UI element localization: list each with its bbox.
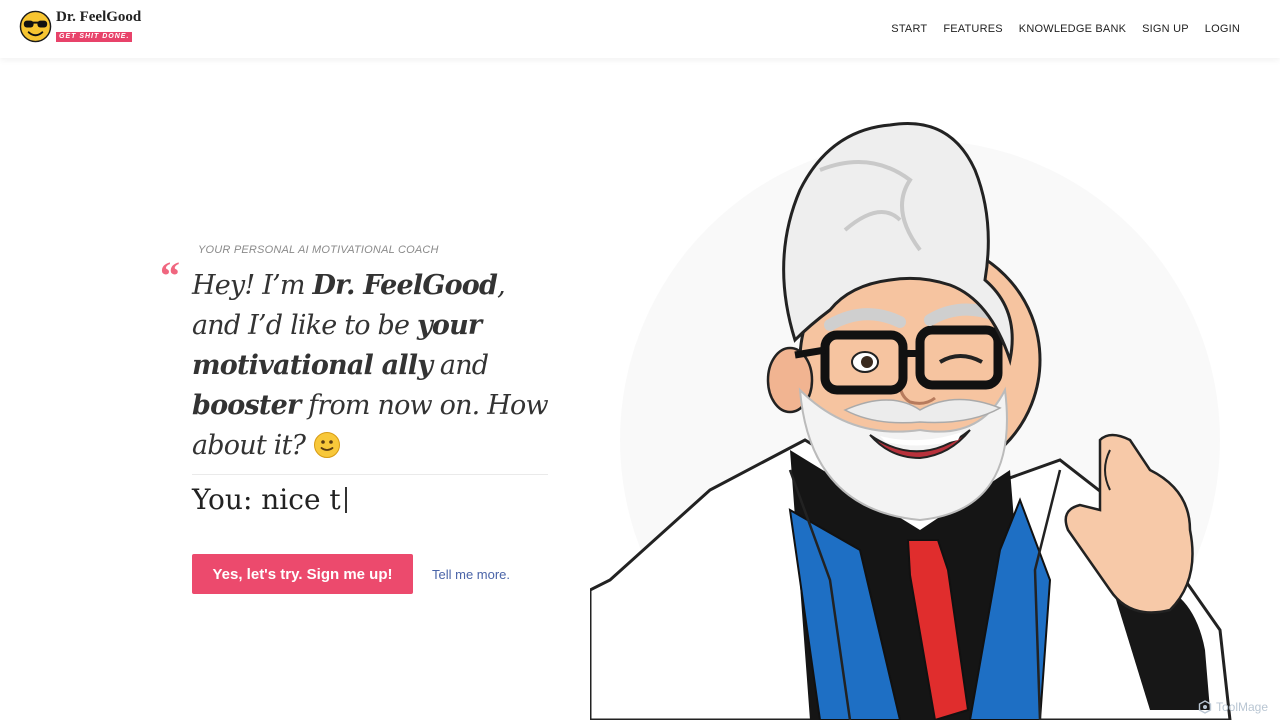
hexagon-logo-icon xyxy=(1198,700,1212,714)
main-nav: START FEATURES KNOWLEDGE BANK SIGN UP LO… xyxy=(875,23,1240,35)
brand-logo[interactable]: Dr. FeelGood GET SHIT DONE. xyxy=(19,10,141,43)
tell-me-more-link[interactable]: Tell me more. xyxy=(432,567,510,582)
message-name: Dr. FeelGood xyxy=(312,270,498,301)
text-caret xyxy=(344,487,347,513)
toolmage-watermark: ToolMage xyxy=(1198,700,1268,714)
quote-mark-icon: “ xyxy=(160,253,180,298)
nav-sign-up[interactable]: SIGN UP xyxy=(1142,23,1189,35)
reply-input[interactable]: You: nice t xyxy=(192,480,347,520)
message-part: and xyxy=(432,350,489,381)
cartoon-doctor-illustration xyxy=(590,122,1232,720)
hero-subtitle: YOUR PERSONAL AI MOTIVATIONAL COACH xyxy=(198,244,439,256)
brand-name: Dr. FeelGood xyxy=(56,9,142,25)
smile-emoji-icon xyxy=(314,432,341,458)
nav-start[interactable]: START xyxy=(891,23,927,35)
brand-tagline: GET SHIT DONE. xyxy=(56,32,133,42)
divider xyxy=(192,474,548,475)
reply-text: You: nice t xyxy=(192,483,341,516)
watermark-text: ToolMage xyxy=(1215,700,1268,714)
coach-message: Hey! I’m Dr. FeelGood, and I’d like to b… xyxy=(192,266,552,466)
nav-knowledge-bank[interactable]: KNOWLEDGE BANK xyxy=(1019,23,1126,35)
site-header: Dr. FeelGood GET SHIT DONE. START FEATUR… xyxy=(0,0,1280,58)
message-booster: booster xyxy=(192,390,301,421)
message-part: Hey! I’m xyxy=(192,270,313,301)
nav-features[interactable]: FEATURES xyxy=(943,23,1002,35)
signup-cta-button[interactable]: Yes, let's try. Sign me up! xyxy=(192,554,413,594)
nav-login[interactable]: LOGIN xyxy=(1205,23,1240,35)
sunglasses-emoji-icon xyxy=(19,10,52,43)
